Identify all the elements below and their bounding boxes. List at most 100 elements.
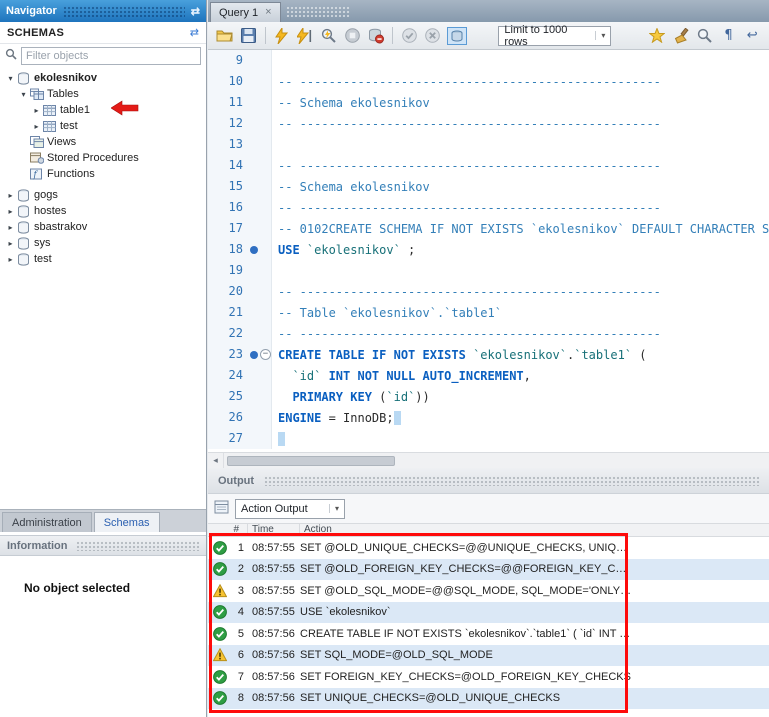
code-line-22[interactable]: 22-- -----------------------------------… [208, 323, 769, 344]
chevron-collapsed-icon[interactable]: ▸ [4, 239, 17, 248]
tree-item-label: Tables [47, 88, 79, 100]
toolbar-separator [392, 27, 393, 44]
row-action: CREATE TABLE IF NOT EXISTS `ekolesnikov`… [300, 628, 633, 640]
output-row[interactable]: 108:57:55SET @OLD_UNIQUE_CHECKS=@@UNIQUE… [208, 537, 769, 559]
new-snippet-icon[interactable] [645, 25, 669, 47]
code-text: ENGINE = InnoDB; [272, 411, 401, 425]
code-line-9[interactable]: 9 [208, 50, 769, 71]
code-line-16[interactable]: 16-- -----------------------------------… [208, 197, 769, 218]
execute-script-icon[interactable] [269, 25, 293, 47]
scroll-left-icon[interactable]: ◂ [208, 453, 224, 468]
line-number: 27 [208, 428, 248, 449]
chevron-collapsed-icon[interactable]: ▸ [30, 106, 43, 115]
show-invisibles-icon[interactable]: ¶ [717, 25, 741, 47]
panel-menu-icon[interactable]: ⇄ [191, 5, 200, 18]
save-script-icon[interactable] [237, 25, 261, 47]
code-line-21[interactable]: 21-- Table `ekolesnikov`.`table1` [208, 302, 769, 323]
column-header-action[interactable]: Action [300, 524, 769, 536]
explain-icon[interactable] [317, 25, 341, 47]
chevron-expanded-icon[interactable]: ▾ [4, 74, 17, 83]
tree-item-test[interactable]: ▸test [0, 251, 206, 267]
tab-query-1[interactable]: Query 1 × [210, 2, 281, 22]
chevron-collapsed-icon[interactable]: ▸ [4, 191, 17, 200]
code-line-18[interactable]: 18USE `ekolesnikov` ; [208, 239, 769, 260]
code-text: -- -------------------------------------… [272, 159, 661, 173]
output-view-selector[interactable]: Action Output ▾ [235, 499, 345, 519]
line-number: 17 [208, 218, 248, 239]
wrap-text-icon[interactable]: ↩ [740, 25, 764, 47]
code-line-25[interactable]: 25 PRIMARY KEY (`id`)) [208, 386, 769, 407]
row-action: SET UNIQUE_CHECKS=@OLD_UNIQUE_CHECKS [300, 692, 633, 704]
chevron-collapsed-icon[interactable]: ▸ [4, 207, 17, 216]
code-line-11[interactable]: 11-- Schema ekolesnikov [208, 92, 769, 113]
code-line-20[interactable]: 20-- -----------------------------------… [208, 281, 769, 302]
beautify-icon[interactable] [669, 25, 693, 47]
find-icon[interactable] [693, 25, 717, 47]
output-row[interactable]: 708:57:56SET FOREIGN_KEY_CHECKS=@OLD_FOR… [208, 666, 769, 688]
sql-editor[interactable]: 910-- ----------------------------------… [208, 50, 769, 452]
statement-dot-icon [250, 351, 258, 359]
output-row[interactable]: 408:57:55USE `ekolesnikov` [208, 602, 769, 624]
tree-item-table1[interactable]: ▸table1 [0, 102, 206, 118]
tree-item-label: Stored Procedures [47, 152, 139, 164]
tree-item-functions[interactable]: fFunctions [0, 166, 206, 182]
refresh-schemas-icon[interactable]: ⇄ [190, 26, 199, 39]
row-action: SET SQL_MODE=@OLD_SQL_MODE [300, 649, 633, 661]
tree-item-ekolesnikov[interactable]: ▾ekolesnikov [0, 70, 206, 86]
stop-icon[interactable] [341, 25, 365, 47]
tree-item-views[interactable]: Views [0, 134, 206, 150]
fold-collapse-icon[interactable]: − [260, 349, 271, 360]
tree-item-sbastrakov[interactable]: ▸sbastrakov [0, 219, 206, 235]
close-icon[interactable]: × [265, 7, 271, 18]
filter-input[interactable] [21, 47, 201, 65]
tree-item-gogs[interactable]: ▸gogs [0, 187, 206, 203]
output-row[interactable]: 308:57:55SET @OLD_SQL_MODE=@@SQL_MODE, S… [208, 580, 769, 602]
tree-item-test[interactable]: ▸test [0, 118, 206, 134]
tab-administration[interactable]: Administration [2, 512, 92, 532]
annotation-red-arrow [111, 100, 139, 119]
search-icon [5, 48, 17, 63]
output-row[interactable]: 508:57:56CREATE TABLE IF NOT EXISTS `eko… [208, 623, 769, 645]
toggle-stop-on-error-icon[interactable] [364, 25, 388, 47]
output-row[interactable]: 208:57:55SET @OLD_FOREIGN_KEY_CHECKS=@@F… [208, 559, 769, 581]
chevron-collapsed-icon[interactable]: ▸ [4, 223, 17, 232]
code-line-19[interactable]: 19 [208, 260, 769, 281]
editor-tabbar: Query 1 × [208, 0, 769, 22]
success-icon [213, 541, 227, 555]
tree-item-hostes[interactable]: ▸hostes [0, 203, 206, 219]
code-line-27[interactable]: 27 [208, 428, 769, 449]
code-line-24[interactable]: 24 `id` INT NOT NULL AUTO_INCREMENT, [208, 365, 769, 386]
output-row[interactable]: 608:57:56SET SQL_MODE=@OLD_SQL_MODE [208, 645, 769, 667]
code-line-15[interactable]: 15-- Schema ekolesnikov [208, 176, 769, 197]
navigator-title: Navigator [6, 5, 57, 17]
code-text: -- 0102CREATE SCHEMA IF NOT EXISTS `ekol… [272, 222, 769, 236]
code-line-13[interactable]: 13 [208, 134, 769, 155]
open-script-icon[interactable] [213, 25, 237, 47]
code-line-17[interactable]: 17 -- 0102CREATE SCHEMA IF NOT EXISTS `ek… [208, 218, 769, 239]
column-header-time[interactable]: Time [248, 524, 300, 536]
code-line-23[interactable]: 23−CREATE TABLE IF NOT EXISTS `ekolesnik… [208, 344, 769, 365]
scrollbar-thumb[interactable] [227, 456, 395, 466]
code-line-10[interactable]: 10-- -----------------------------------… [208, 71, 769, 92]
tree-item-stored-procedures[interactable]: Stored Procedures [0, 150, 206, 166]
chevron-collapsed-icon[interactable]: ▸ [4, 255, 17, 264]
code-line-12[interactable]: 12-- -----------------------------------… [208, 113, 769, 134]
tree-item-tables[interactable]: ▾ Tables [0, 86, 206, 102]
column-header-index[interactable]: # [208, 524, 248, 536]
code-line-26[interactable]: 26ENGINE = InnoDB; [208, 407, 769, 428]
limit-rows-dropdown[interactable]: Limit to 1000 rows▾ [498, 26, 611, 46]
chevron-collapsed-icon[interactable]: ▸ [30, 122, 43, 131]
commit-icon[interactable] [397, 25, 421, 47]
tab-schemas[interactable]: Schemas [94, 512, 160, 532]
line-number: 11 [208, 92, 248, 113]
code-line-14[interactable]: 14-- -----------------------------------… [208, 155, 769, 176]
code-text [272, 432, 285, 446]
output-row[interactable]: 808:57:56SET UNIQUE_CHECKS=@OLD_UNIQUE_C… [208, 688, 769, 710]
execute-statement-icon[interactable] [293, 25, 317, 47]
horizontal-scrollbar[interactable]: ◂ [208, 452, 769, 468]
chevron-expanded-icon[interactable]: ▾ [17, 90, 30, 99]
code-text: -- -------------------------------------… [272, 117, 661, 131]
rollback-icon[interactable] [421, 25, 445, 47]
tree-item-sys[interactable]: ▸sys [0, 235, 206, 251]
toggle-autocommit-icon[interactable] [445, 25, 469, 47]
